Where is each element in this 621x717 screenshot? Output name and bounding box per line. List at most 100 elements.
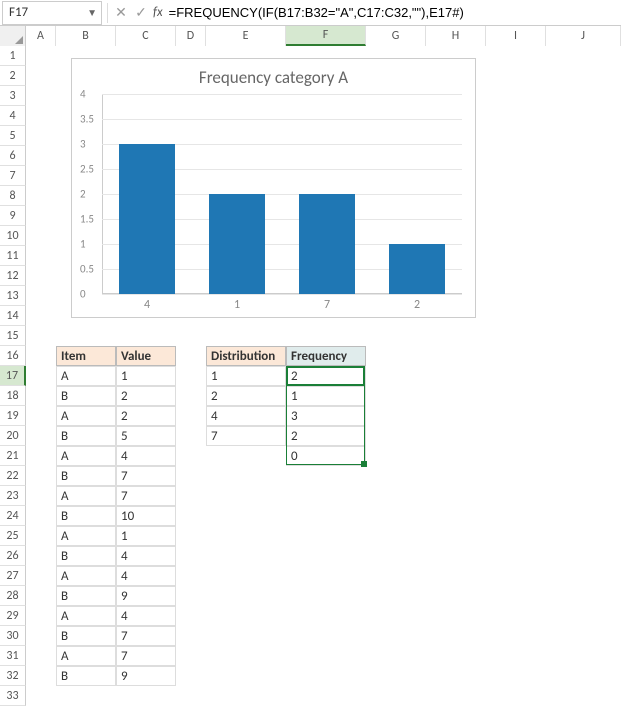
name-box[interactable]: F17 ▼ bbox=[2, 1, 102, 25]
accept-formula-icon[interactable]: ✓ bbox=[131, 3, 151, 23]
bar-7[interactable] bbox=[299, 194, 355, 294]
row-header-9[interactable]: 9 bbox=[0, 206, 26, 226]
header-frequency[interactable]: Frequency bbox=[286, 346, 366, 366]
row-header-13[interactable]: 13 bbox=[0, 286, 26, 306]
col-header-B[interactable]: B bbox=[56, 26, 116, 46]
value-cell[interactable]: 5 bbox=[116, 426, 176, 446]
value-cell[interactable]: 4 bbox=[116, 546, 176, 566]
row-header-25[interactable]: 25 bbox=[0, 526, 26, 546]
col-header-F[interactable]: F bbox=[286, 26, 366, 46]
distribution-cell[interactable]: 4 bbox=[206, 406, 286, 426]
header-distribution[interactable]: Distribution bbox=[206, 346, 286, 366]
row-header-1[interactable]: 1 bbox=[0, 46, 26, 66]
bar-2[interactable] bbox=[389, 244, 445, 294]
row-header-30[interactable]: 30 bbox=[0, 626, 26, 646]
row-header-17[interactable]: 17 bbox=[0, 366, 26, 386]
item-cell[interactable]: B bbox=[56, 466, 116, 486]
row-header-4[interactable]: 4 bbox=[0, 106, 26, 126]
frequency-cell[interactable]: 1 bbox=[286, 386, 366, 406]
bar-1[interactable] bbox=[209, 194, 265, 294]
col-header-A[interactable]: A bbox=[26, 26, 56, 46]
item-cell[interactable]: A bbox=[56, 486, 116, 506]
row-header-21[interactable]: 21 bbox=[0, 446, 26, 466]
item-cell[interactable]: A bbox=[56, 566, 116, 586]
cells-area[interactable]: Frequency category A 00.511.522.533.5441… bbox=[26, 46, 621, 706]
row-header-26[interactable]: 26 bbox=[0, 546, 26, 566]
row-header-22[interactable]: 22 bbox=[0, 466, 26, 486]
row-header-18[interactable]: 18 bbox=[0, 386, 26, 406]
row-header-27[interactable]: 27 bbox=[0, 566, 26, 586]
row-header-5[interactable]: 5 bbox=[0, 126, 26, 146]
row-header-7[interactable]: 7 bbox=[0, 166, 26, 186]
distribution-cell[interactable]: 7 bbox=[206, 426, 286, 446]
item-cell[interactable]: B bbox=[56, 546, 116, 566]
col-header-J[interactable]: J bbox=[546, 26, 621, 46]
item-cell[interactable]: B bbox=[56, 426, 116, 446]
item-cell[interactable]: B bbox=[56, 386, 116, 406]
value-cell[interactable]: 1 bbox=[116, 526, 176, 546]
row-header-3[interactable]: 3 bbox=[0, 86, 26, 106]
col-header-D[interactable]: D bbox=[176, 26, 206, 46]
value-cell[interactable]: 4 bbox=[116, 606, 176, 626]
distribution-cell[interactable]: 2 bbox=[206, 386, 286, 406]
item-cell[interactable]: A bbox=[56, 446, 116, 466]
value-cell[interactable]: 2 bbox=[116, 406, 176, 426]
item-cell[interactable]: A bbox=[56, 646, 116, 666]
item-cell[interactable]: A bbox=[56, 366, 116, 386]
row-header-12[interactable]: 12 bbox=[0, 266, 26, 286]
col-header-H[interactable]: H bbox=[426, 26, 486, 46]
row-header-15[interactable]: 15 bbox=[0, 326, 26, 346]
value-cell[interactable]: 2 bbox=[116, 386, 176, 406]
row-header-19[interactable]: 19 bbox=[0, 406, 26, 426]
row-header-20[interactable]: 20 bbox=[0, 426, 26, 446]
distribution-cell[interactable]: 1 bbox=[206, 366, 286, 386]
row-header-33[interactable]: 33 bbox=[0, 686, 26, 706]
row-header-6[interactable]: 6 bbox=[0, 146, 26, 166]
value-cell[interactable]: 7 bbox=[116, 486, 176, 506]
bar-4[interactable] bbox=[119, 144, 175, 294]
col-header-C[interactable]: C bbox=[116, 26, 176, 46]
value-cell[interactable]: 7 bbox=[116, 626, 176, 646]
col-header-G[interactable]: G bbox=[366, 26, 426, 46]
row-header-16[interactable]: 16 bbox=[0, 346, 26, 366]
value-cell[interactable]: 7 bbox=[116, 646, 176, 666]
formula-input[interactable] bbox=[165, 1, 621, 25]
row-header-29[interactable]: 29 bbox=[0, 606, 26, 626]
value-cell[interactable]: 1 bbox=[116, 366, 176, 386]
item-cell[interactable]: B bbox=[56, 666, 116, 686]
frequency-cell[interactable]: 2 bbox=[286, 426, 366, 446]
col-header-E[interactable]: E bbox=[206, 26, 286, 46]
item-cell[interactable]: A bbox=[56, 606, 116, 626]
col-header-I[interactable]: I bbox=[486, 26, 546, 46]
item-cell[interactable]: A bbox=[56, 526, 116, 546]
cancel-formula-icon[interactable]: ✕ bbox=[111, 3, 131, 23]
row-header-28[interactable]: 28 bbox=[0, 586, 26, 606]
frequency-cell[interactable]: 3 bbox=[286, 406, 366, 426]
chevron-down-icon[interactable]: ▼ bbox=[87, 6, 97, 19]
fx-icon[interactable]: fx bbox=[153, 5, 163, 20]
embedded-chart[interactable]: Frequency category A 00.511.522.533.5441… bbox=[71, 58, 476, 318]
item-cell[interactable]: B bbox=[56, 506, 116, 526]
frequency-cell[interactable]: 0 bbox=[286, 446, 366, 466]
frequency-cell[interactable]: 2 bbox=[286, 366, 366, 386]
item-cell[interactable]: A bbox=[56, 406, 116, 426]
row-header-11[interactable]: 11 bbox=[0, 246, 26, 266]
header-value[interactable]: Value bbox=[116, 346, 176, 366]
row-header-10[interactable]: 10 bbox=[0, 226, 26, 246]
value-cell[interactable]: 10 bbox=[116, 506, 176, 526]
select-all-corner[interactable] bbox=[0, 26, 26, 46]
row-header-14[interactable]: 14 bbox=[0, 306, 26, 326]
value-cell[interactable]: 7 bbox=[116, 466, 176, 486]
row-header-8[interactable]: 8 bbox=[0, 186, 26, 206]
row-header-23[interactable]: 23 bbox=[0, 486, 26, 506]
row-header-32[interactable]: 32 bbox=[0, 666, 26, 686]
item-cell[interactable]: B bbox=[56, 626, 116, 646]
row-header-2[interactable]: 2 bbox=[0, 66, 26, 86]
value-cell[interactable]: 9 bbox=[116, 586, 176, 606]
row-header-31[interactable]: 31 bbox=[0, 646, 26, 666]
item-cell[interactable]: B bbox=[56, 586, 116, 606]
row-header-24[interactable]: 24 bbox=[0, 506, 26, 526]
value-cell[interactable]: 4 bbox=[116, 566, 176, 586]
value-cell[interactable]: 4 bbox=[116, 446, 176, 466]
header-item[interactable]: Item bbox=[56, 346, 116, 366]
